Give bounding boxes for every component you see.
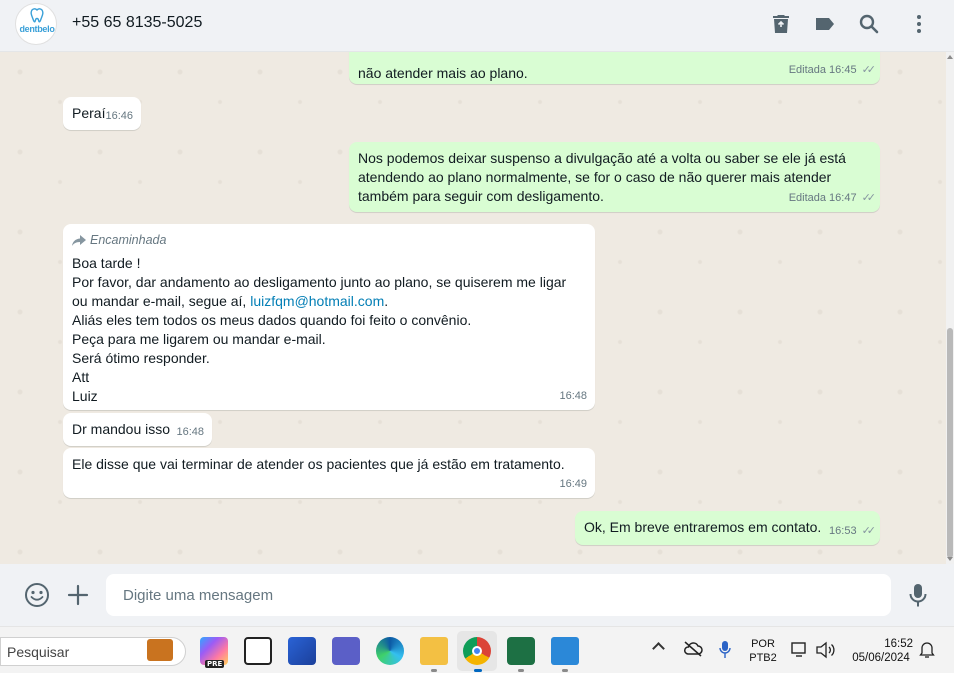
running-indicator	[518, 669, 524, 672]
forwarded-text: Encaminhada	[90, 233, 167, 247]
emoji-icon[interactable]	[24, 582, 50, 608]
notification-bell-icon[interactable]	[919, 641, 935, 659]
message-meta: 16:48	[559, 387, 587, 406]
label-icon[interactable]	[813, 12, 837, 36]
excel-icon[interactable]	[507, 637, 535, 665]
edge-icon[interactable]	[376, 637, 404, 665]
message-text: Peraí	[72, 105, 106, 121]
message-line: atendendo ao plano normalmente, se for o…	[358, 169, 832, 185]
running-indicator-active	[474, 669, 482, 672]
email-link[interactable]: luizfqm@hotmail.com	[250, 293, 384, 309]
clock-date: 05/06/2024	[852, 652, 910, 664]
message-time: 16:49	[559, 478, 587, 490]
message-line: Será ótimo responder.	[72, 350, 210, 366]
message-line: Att	[72, 369, 90, 385]
keyboard-layout: PTB2	[749, 652, 777, 664]
language-code: POR	[751, 638, 775, 650]
message-meta: Editada 16:45 ✓✓	[788, 61, 877, 80]
contact-name[interactable]: +55 65 8135-5025	[72, 14, 202, 32]
forwarded-label: Encaminhada	[72, 231, 586, 250]
search-icon[interactable]	[857, 12, 881, 36]
attach-plus-icon[interactable]	[67, 584, 89, 606]
forward-arrow-icon	[72, 235, 86, 246]
message-outgoing[interactable]: Ok, Em breve entraremos em contato. 16:5…	[575, 511, 880, 545]
teams-icon[interactable]	[332, 637, 360, 665]
double-check-icon: ✓✓	[861, 192, 877, 204]
message-line: Nos podemos deixar suspenso a divulgação…	[358, 150, 846, 166]
clock-time: 16:52	[884, 638, 913, 650]
microphone-tray-icon[interactable]	[719, 640, 731, 660]
message-time: 16:48	[176, 426, 204, 438]
chrome-center	[472, 646, 482, 656]
message-outgoing[interactable]: Nos podemos deixar suspenso a divulgação…	[349, 142, 880, 212]
taskbar-search-placeholder: Pesquisar	[7, 643, 70, 660]
chevron-up-icon[interactable]	[652, 642, 665, 655]
file-explorer-icon[interactable]	[420, 637, 448, 665]
edited-label: Editada	[788, 64, 827, 76]
contact-avatar[interactable]: dentbelo	[15, 3, 57, 45]
message-line: Peça para me ligarem ou mandar e-mail.	[72, 331, 326, 347]
message-text: Ele disse que vai terminar de atender os…	[72, 456, 565, 472]
message-outgoing[interactable]: não atender mais ao plano. Editada 16:45…	[349, 52, 880, 84]
message-incoming[interactable]: Peraí 16:46	[63, 97, 141, 130]
message-incoming-forwarded[interactable]: Encaminhada Boa tarde ! Por favor, dar a…	[63, 224, 595, 410]
windows-taskbar: Pesquisar PRE POR PTB2 16:52 05/06/2024	[0, 626, 954, 673]
message-text: Ok, Em breve entraremos em contato.	[584, 519, 822, 535]
language-indicator[interactable]: POR PTB2	[748, 637, 778, 665]
network-icon[interactable]	[791, 641, 809, 659]
message-incoming[interactable]: Dr mandou isso 16:48	[63, 413, 212, 446]
message-time: 16:48	[559, 390, 587, 402]
message-line-with-link: ou mandar e-mail, segue aí, luizfqm@hotm…	[72, 292, 586, 311]
edited-label: Editada	[788, 192, 827, 204]
message-line: ou mandar e-mail, segue aí,	[72, 293, 251, 309]
message-meta: 16:49	[559, 475, 587, 494]
cloud-offline-icon[interactable]	[683, 641, 703, 657]
chat-scrollbar[interactable]	[946, 52, 954, 564]
message-line: Aliás eles tem todos os meus dados quand…	[72, 312, 472, 328]
message-input-placeholder: Digite uma mensagem	[123, 586, 274, 604]
message-time: 16:46	[105, 110, 133, 122]
scroll-thumb[interactable]	[947, 328, 953, 558]
delete-icon[interactable]	[769, 12, 793, 36]
volume-icon[interactable]	[815, 641, 835, 659]
briefcase-icon[interactable]	[147, 639, 173, 661]
pre-badge: PRE	[205, 660, 225, 668]
tooth-logo-icon	[30, 8, 44, 23]
message-input[interactable]: Digite uma mensagem	[106, 574, 891, 616]
message-line: Boa tarde !	[72, 255, 141, 271]
scroll-down-icon[interactable]	[947, 557, 953, 561]
microphone-icon[interactable]	[908, 583, 928, 609]
message-line: Luiz	[72, 388, 98, 404]
store-icon[interactable]	[288, 637, 316, 665]
message-meta: 16:48	[176, 423, 204, 442]
clock[interactable]: 16:52 05/06/2024	[845, 637, 917, 665]
message-time: 16:47	[829, 192, 857, 204]
message-line: Por favor, dar andamento ao desligamento…	[72, 274, 567, 290]
scroll-up-icon[interactable]	[947, 55, 953, 59]
message-time: 16:45	[829, 64, 857, 76]
task-view-icon[interactable]	[244, 637, 272, 665]
message-meta: Editada 16:47 ✓✓	[788, 189, 877, 208]
notepad-icon[interactable]	[551, 637, 579, 665]
message-text: Dr mandou isso	[72, 421, 171, 437]
message-time: 16:53	[829, 525, 857, 537]
running-indicator	[431, 669, 437, 672]
chat-header: dentbelo +55 65 8135-5025	[0, 0, 954, 52]
message-incoming[interactable]: Ele disse que vai terminar de atender os…	[63, 448, 595, 498]
double-check-icon: ✓✓	[861, 525, 877, 537]
double-check-icon: ✓✓	[861, 64, 877, 76]
menu-icon[interactable]	[907, 12, 931, 36]
message-meta: 16:46	[105, 107, 133, 126]
message-list[interactable]: não atender mais ao plano. Editada 16:45…	[0, 52, 946, 564]
running-indicator	[562, 669, 568, 672]
avatar-brand-text: dentbelo	[19, 24, 55, 34]
link-suffix: .	[384, 293, 389, 309]
message-composer: Digite uma mensagem	[0, 564, 954, 626]
message-meta: 16:53 ✓✓	[829, 522, 877, 541]
